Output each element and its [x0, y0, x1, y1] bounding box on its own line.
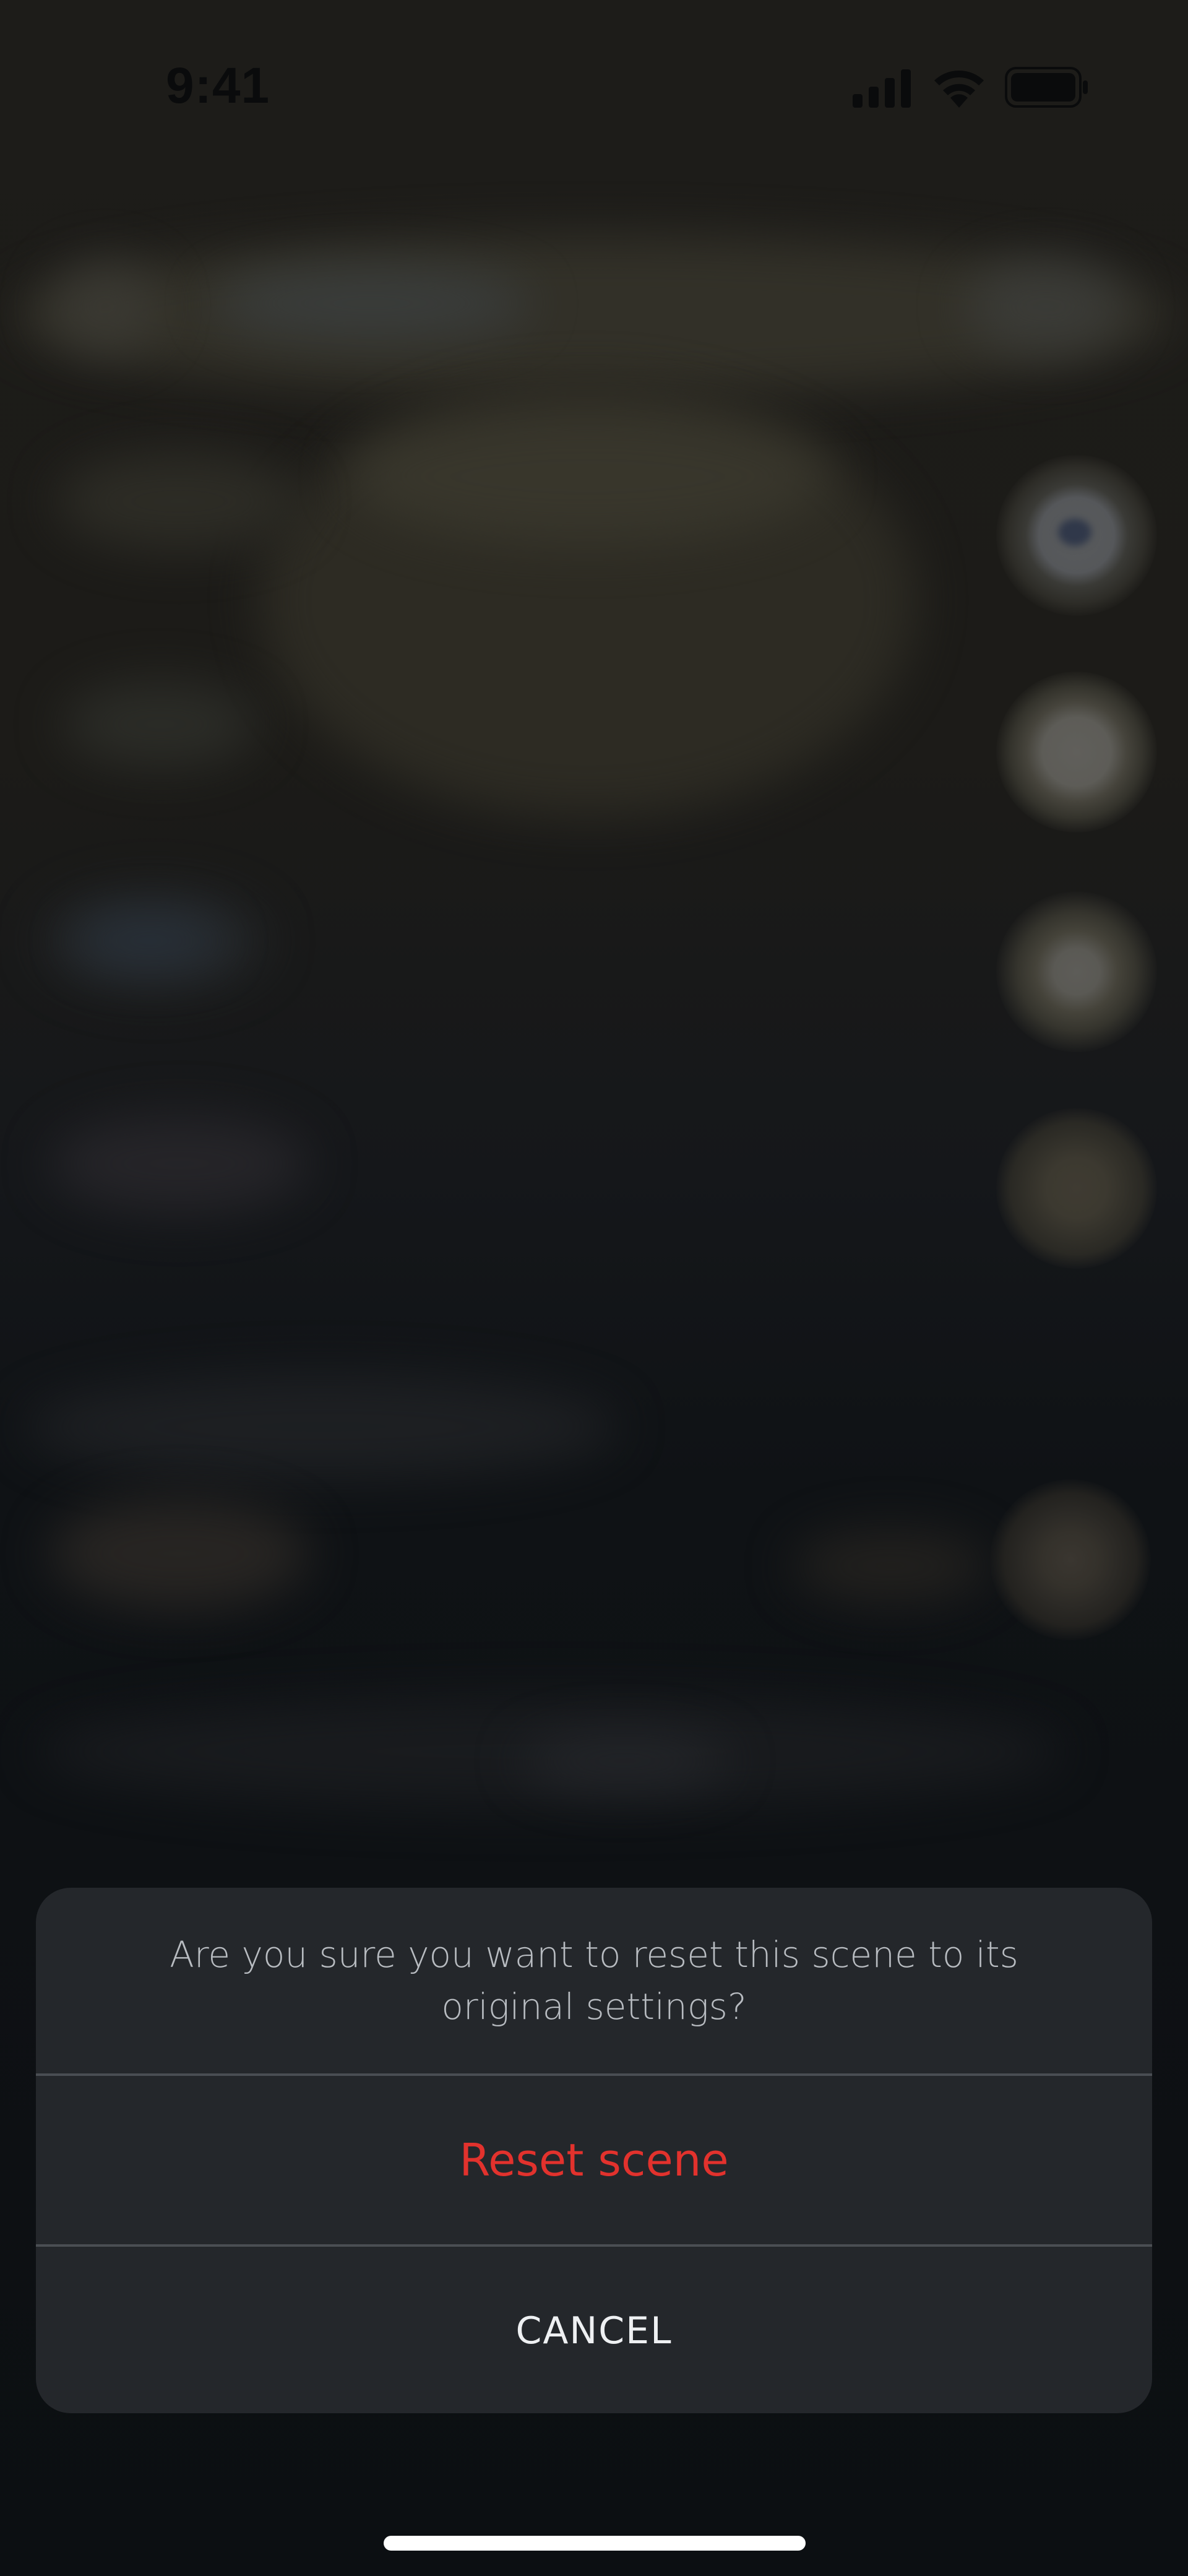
- background-glow-core: [346, 408, 829, 545]
- background-section-blur: [25, 1374, 619, 1479]
- background-icon-blur: [965, 260, 1126, 353]
- home-indicator[interactable]: [384, 2536, 806, 2551]
- background-row-accent: [74, 916, 223, 966]
- background-row-label: [56, 452, 303, 551]
- status-bar: 9:41: [0, 0, 1188, 179]
- background-footer-accent: [520, 1733, 730, 1789]
- wifi-icon: [934, 71, 984, 108]
- background-row-label: [50, 1498, 309, 1609]
- background-toggle-blur: [990, 1479, 1151, 1640]
- background-row-label: [62, 681, 260, 767]
- status-time: 9:41: [166, 58, 270, 114]
- cancel-button[interactable]: CANCEL: [36, 2247, 1152, 2413]
- reset-scene-action-sheet: Are you sure you want to reset this scen…: [36, 1888, 1152, 2413]
- cellular-signal-icon: [853, 69, 911, 108]
- background-toggle-dot: [1058, 519, 1091, 546]
- reset-scene-button[interactable]: Reset scene: [36, 2076, 1152, 2244]
- battery-icon: [1005, 67, 1088, 108]
- background-back-blur: [50, 260, 161, 353]
- background-toggle-blur: [996, 672, 1157, 832]
- background-toggle-blur: [996, 891, 1157, 1052]
- background-row-label: [50, 1114, 309, 1213]
- action-sheet-message: Are you sure you want to reset this scen…: [36, 1888, 1152, 2073]
- background-title-blur: [210, 266, 532, 340]
- background-toggle-blur: [996, 1108, 1157, 1269]
- action-sheet-message-text: Are you sure you want to reset this scen…: [170, 1934, 1018, 2028]
- background-row-value: [792, 1529, 990, 1603]
